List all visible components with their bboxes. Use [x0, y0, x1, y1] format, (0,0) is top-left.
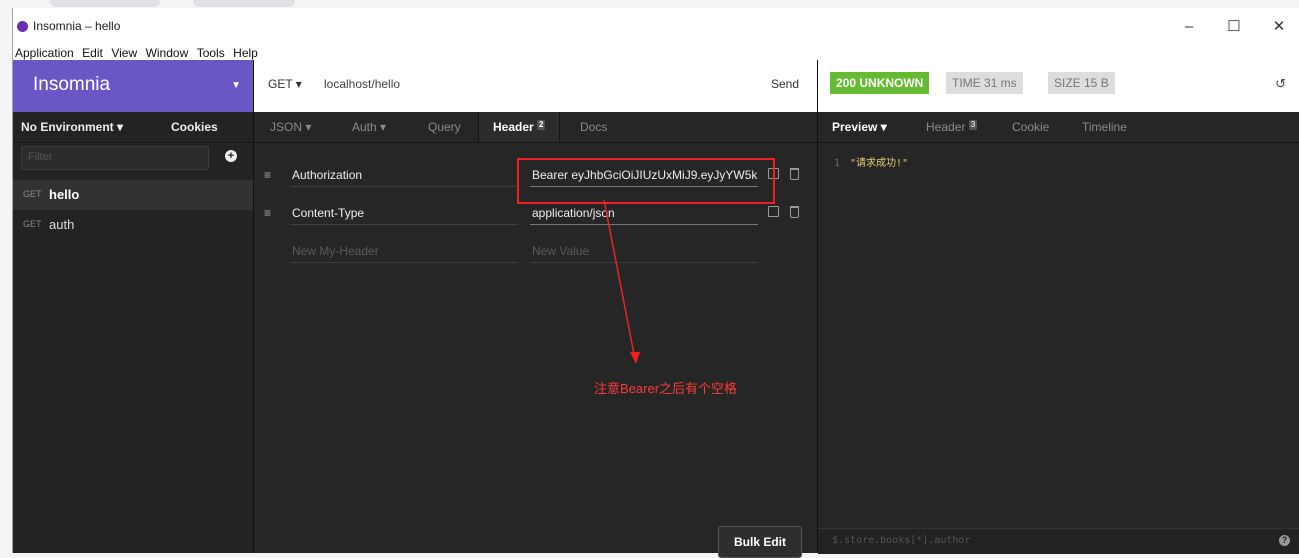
response-status-bar: 200 UNKNOWN TIME 31 ms SIZE 15 B ↺: [818, 60, 1299, 112]
menu-bar: Application Edit View Window Tools Help: [13, 44, 1299, 60]
url-input[interactable]: localhost/hello: [324, 77, 400, 91]
trash-icon[interactable]: [790, 168, 799, 180]
method-dropdown[interactable]: GET ▾: [268, 77, 302, 91]
response-tabs: Preview ▾ Header 3 Cookie Timeline: [818, 112, 1299, 143]
insomnia-logo-icon: [17, 21, 28, 32]
input-underline: [530, 262, 758, 263]
header-value-input[interactable]: application/json: [532, 206, 760, 220]
header-count-badge: 2: [537, 120, 546, 130]
tab-docs[interactable]: Docs: [580, 112, 607, 142]
window-title: Insomnia – hello: [33, 19, 121, 33]
menu-application[interactable]: Application: [13, 45, 76, 61]
tab-response-header-label: Header: [926, 120, 966, 134]
minimize-button[interactable]: –: [1171, 12, 1207, 42]
checkbox-icon[interactable]: [768, 206, 779, 217]
input-underline: [290, 224, 518, 225]
response-header-count-badge: 3: [968, 120, 978, 130]
bulk-edit-button[interactable]: Bulk Edit: [718, 526, 802, 558]
title-bar: Insomnia – hello – ☐ ✕: [13, 8, 1299, 44]
new-header-value-input[interactable]: New Value: [532, 244, 760, 258]
sidebar: Insomnia ▼ No Environment ▾ Cookies + GE…: [13, 60, 254, 553]
new-header-name-input[interactable]: New My-Header: [292, 244, 379, 258]
background-tab: [50, 0, 160, 7]
send-button[interactable]: Send: [771, 77, 799, 91]
status-badge: 200 UNKNOWN: [830, 72, 930, 94]
chevron-down-icon: ▼: [231, 80, 241, 91]
browser-strip: [0, 0, 1299, 8]
annotation-highlight-box: [517, 158, 775, 204]
size-badge: SIZE 15 B: [1048, 72, 1115, 94]
response-filter-input[interactable]: [818, 529, 1226, 552]
drag-handle-icon[interactable]: ≡: [264, 168, 271, 182]
tab-header[interactable]: Header 2: [478, 112, 561, 142]
tab-cookie[interactable]: Cookie: [1012, 112, 1049, 142]
environment-bar: No Environment ▾ Cookies: [13, 112, 253, 143]
tab-header-label: Header: [493, 120, 534, 134]
background-tab: [193, 0, 295, 7]
time-badge: TIME 31 ms: [946, 72, 1023, 94]
menu-edit[interactable]: Edit: [80, 45, 105, 61]
input-underline: [290, 262, 518, 263]
sidebar-filter: [21, 146, 209, 170]
request-method: GET: [23, 219, 42, 229]
menu-view[interactable]: View: [109, 45, 139, 61]
tab-preview[interactable]: Preview ▾: [832, 112, 887, 142]
workspace-name: Insomnia: [33, 74, 111, 95]
filter-input[interactable]: [22, 147, 204, 167]
menu-help[interactable]: Help: [231, 45, 260, 61]
request-item-hello[interactable]: GET hello: [13, 180, 253, 210]
header-name-input[interactable]: Content-Type: [292, 206, 364, 220]
close-button[interactable]: ✕: [1261, 12, 1297, 42]
input-underline: [530, 224, 758, 225]
environment-dropdown[interactable]: No Environment ▾: [21, 120, 123, 134]
annotation-text: 注意Bearer之后有个空格: [594, 381, 738, 396]
line-number: 1: [834, 158, 841, 169]
url-bar: GET ▾ localhost/hello Send: [254, 60, 817, 112]
new-header-row: New My-Header New Value: [254, 234, 817, 268]
tab-timeline[interactable]: Timeline: [1082, 112, 1127, 142]
history-icon[interactable]: ↺: [1275, 76, 1286, 92]
drag-handle-icon[interactable]: ≡: [264, 206, 271, 220]
request-pane: GET ▾ localhost/hello Send JSON ▾ Auth ▾…: [254, 60, 818, 558]
trash-icon[interactable]: [790, 206, 799, 218]
input-underline: [290, 186, 518, 187]
request-method: GET: [23, 189, 42, 199]
maximize-button[interactable]: ☐: [1216, 12, 1252, 42]
menu-window[interactable]: Window: [144, 45, 191, 61]
tab-response-header[interactable]: Header 3: [926, 112, 978, 142]
request-name: hello: [49, 187, 80, 202]
response-pane: 200 UNKNOWN TIME 31 ms SIZE 15 B ↺ Previ…: [818, 60, 1299, 554]
help-icon[interactable]: ?: [1279, 535, 1290, 546]
response-body: 1 "请求成功!": [834, 154, 908, 169]
app-body: Insomnia ▼ No Environment ▾ Cookies + GE…: [13, 60, 1299, 558]
workspace-header[interactable]: Insomnia ▼: [13, 60, 253, 112]
header-name-input[interactable]: Authorization: [292, 168, 362, 182]
tab-query[interactable]: Query: [428, 112, 461, 142]
tab-auth[interactable]: Auth ▾: [352, 112, 386, 142]
response-body-text: "请求成功!": [850, 158, 909, 169]
request-item-auth[interactable]: GET auth: [13, 210, 253, 240]
menu-tools[interactable]: Tools: [195, 45, 227, 61]
add-icon[interactable]: +: [225, 150, 237, 162]
cookies-button[interactable]: Cookies: [171, 120, 218, 134]
app-window: Insomnia – hello – ☐ ✕ Application Edit …: [12, 8, 1299, 558]
tab-json[interactable]: JSON ▾: [270, 112, 311, 142]
request-tabs: JSON ▾ Auth ▾ Query Header 2 Docs: [254, 112, 817, 143]
request-name: auth: [49, 217, 75, 232]
response-filter-bar: ?: [818, 528, 1299, 554]
